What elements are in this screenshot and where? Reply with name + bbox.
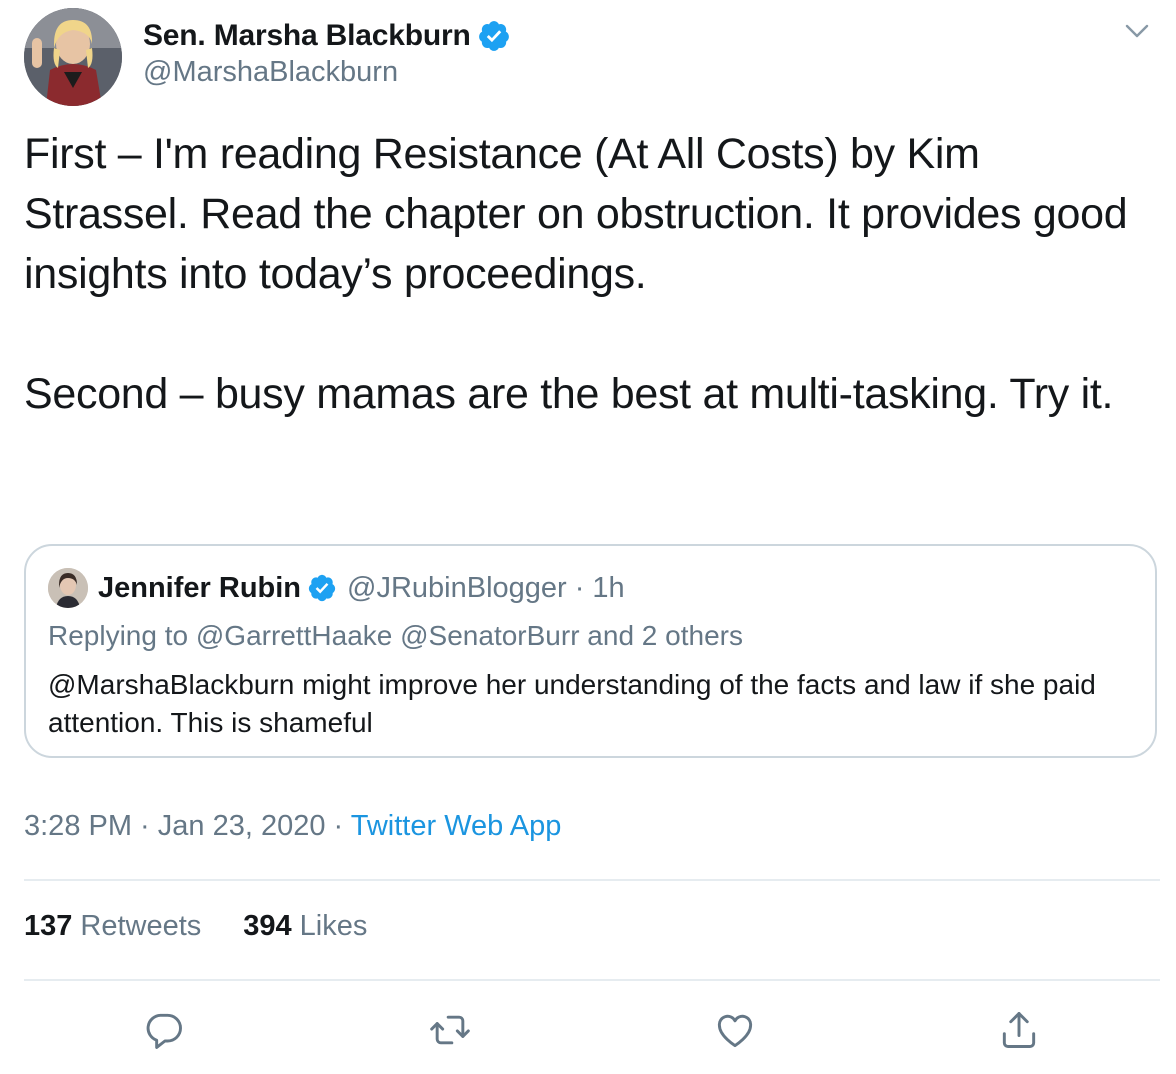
quoted-time: 1h: [592, 571, 625, 604]
divider: [24, 979, 1160, 981]
quoted-author-name: Jennifer Rubin: [98, 571, 302, 604]
likes-label: Likes: [299, 910, 368, 942]
profile-photo-icon: [48, 568, 88, 608]
tweet-metadata: 3:28 PM · Jan 23, 2020 · Twitter Web App: [24, 810, 561, 843]
author-handle[interactable]: @MarshaBlackburn: [143, 56, 398, 89]
quoted-replying-to: Replying to @GarrettHaake @SenatorBurr a…: [48, 620, 743, 651]
retweet-icon[interactable]: [428, 1008, 472, 1052]
tweet-paragraph: Second – busy mamas are the best at mult…: [24, 370, 1114, 418]
tweet-stats: 137 Retweets 394 Likes: [24, 910, 409, 943]
tweet-source-link[interactable]: Twitter Web App: [351, 810, 562, 842]
tweet-paragraph: First – I'm reading Resistance (At All C…: [24, 130, 1128, 298]
quoted-separator: ·: [574, 571, 585, 604]
quoted-tweet[interactable]: Jennifer Rubin @JRubinBlogger · 1h Reply…: [24, 544, 1157, 758]
reply-icon[interactable]: [142, 1008, 186, 1052]
verified-badge-icon: [307, 573, 337, 603]
heart-icon[interactable]: [713, 1008, 757, 1052]
retweets-label: Retweets: [80, 910, 202, 942]
quoted-header: Jennifer Rubin @JRubinBlogger · 1h: [98, 568, 625, 608]
author-avatar[interactable]: [24, 8, 122, 106]
profile-photo-icon: [24, 8, 122, 106]
retweets-stat[interactable]: 137 Retweets: [24, 910, 201, 943]
author-name[interactable]: Sen. Marsha Blackburn: [143, 19, 471, 53]
retweets-count: 137: [24, 910, 73, 942]
divider: [24, 879, 1160, 881]
share-icon[interactable]: [997, 1008, 1041, 1052]
likes-count: 394: [243, 910, 292, 942]
verified-badge-icon: [477, 19, 511, 53]
quoted-author-avatar: [48, 568, 88, 608]
likes-stat[interactable]: 394 Likes: [243, 910, 367, 943]
quoted-author-handle: @JRubinBlogger: [347, 571, 567, 604]
tweet-timestamp[interactable]: 3:28 PM · Jan 23, 2020 ·: [24, 810, 343, 842]
chevron-down-icon[interactable]: [1120, 14, 1154, 48]
action-bar: [0, 1004, 1176, 1060]
author-name-row: Sen. Marsha Blackburn: [143, 16, 511, 56]
tweet-body: First – I'm reading Resistance (At All C…: [24, 124, 1144, 424]
quoted-text: @MarshaBlackburn might improve her under…: [48, 669, 1096, 738]
